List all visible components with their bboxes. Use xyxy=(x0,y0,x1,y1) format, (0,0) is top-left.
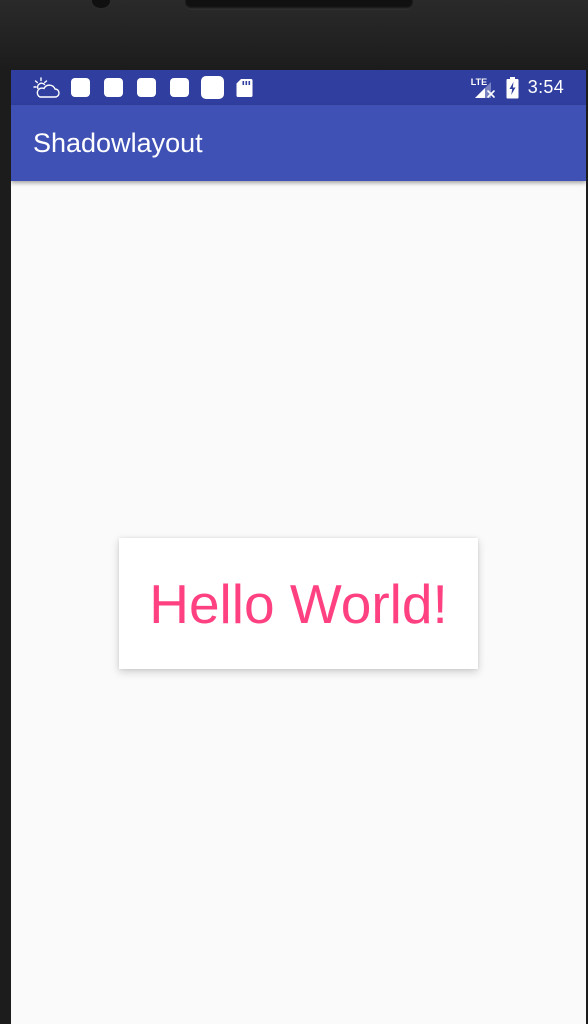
hello-world-text: Hello World! xyxy=(149,572,448,635)
status-clock: 3:54 xyxy=(527,77,564,97)
notification-icon xyxy=(137,78,156,97)
earpiece-speaker xyxy=(185,0,413,10)
screen: LTE 3:54 Shadowlayout Hello World! xyxy=(11,70,586,1024)
weather-cloud-icon xyxy=(33,76,61,100)
notification-icon xyxy=(104,78,123,97)
notification-icon xyxy=(170,78,189,97)
battery-charging-icon xyxy=(506,76,519,99)
app-bar: Shadowlayout xyxy=(11,105,586,181)
notification-icon xyxy=(201,76,224,99)
status-bar: LTE 3:54 xyxy=(11,70,586,105)
status-system-icons: LTE 3:54 xyxy=(471,70,564,105)
app-title: Shadowlayout xyxy=(33,128,203,158)
shadow-layout-card: Hello World! xyxy=(119,538,478,669)
notification-icon xyxy=(71,78,90,97)
status-notifications xyxy=(33,70,253,105)
front-camera xyxy=(92,0,110,8)
signal-lte-icon: LTE xyxy=(471,76,497,100)
device-frame: LTE 3:54 Shadowlayout Hello World! xyxy=(0,0,588,1024)
sd-card-icon xyxy=(236,78,253,98)
